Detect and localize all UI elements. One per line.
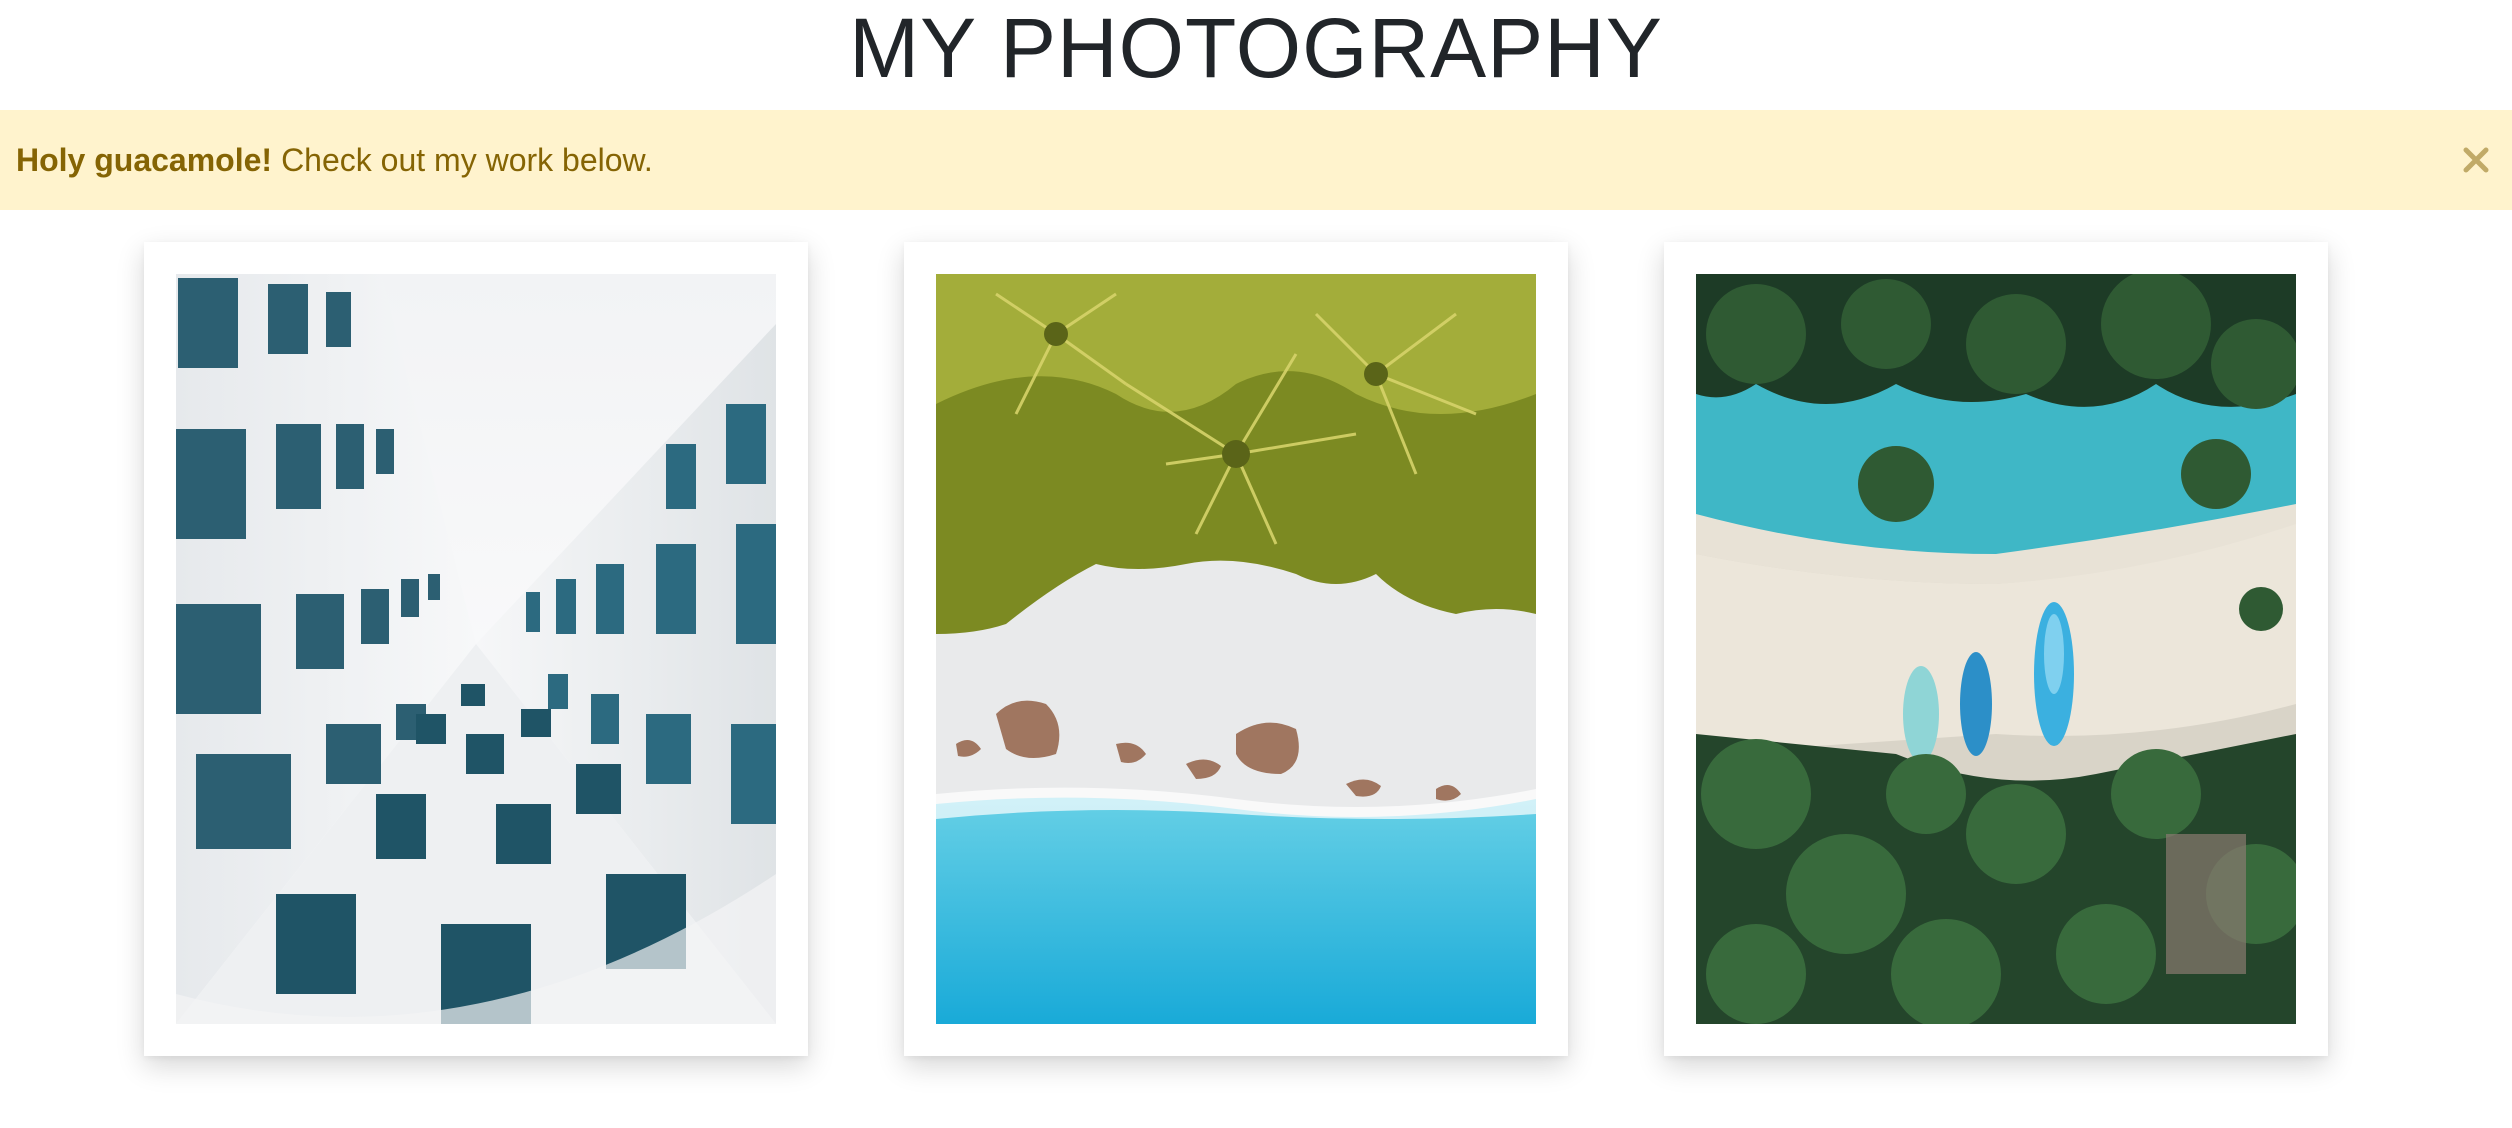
- alert-strong-text: Holy guacamole!: [16, 141, 273, 178]
- photo-architecture: [176, 274, 776, 1024]
- photo-card-3[interactable]: [1664, 242, 2328, 1056]
- photo-beach-palms: [936, 274, 1536, 1024]
- alert-message: Check out my work below.: [281, 141, 653, 178]
- alert-close-button[interactable]: [2448, 132, 2504, 188]
- close-icon: [2463, 147, 2489, 173]
- page-title: MY PHOTOGRAPHY: [849, 1, 1663, 95]
- page: MY PHOTOGRAPHY Holy guacamole! Check out…: [0, 0, 2512, 1128]
- photo-card-2[interactable]: [904, 242, 1568, 1056]
- alert-banner: Holy guacamole! Check out my work below.: [0, 110, 2512, 210]
- photo-beach-boats: [1696, 274, 2296, 1024]
- photo-card-1[interactable]: [144, 242, 808, 1056]
